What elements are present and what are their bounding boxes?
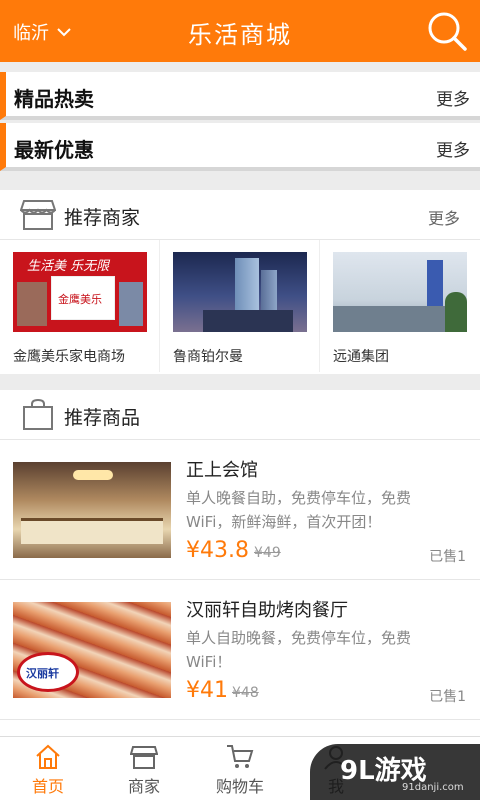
shop-icon — [130, 746, 158, 769]
merchant-image-yuantong — [333, 252, 467, 332]
ceiling-light — [73, 470, 113, 480]
merchant-card[interactable]: 生活美 乐无限 金鹰美乐 金鹰美乐家电商场 — [0, 240, 160, 372]
top-bar: 临沂 乐活商城 — [0, 0, 480, 62]
recommended-products: 推荐商品 正上会馆 单人晚餐自助，免费停车位，免费WiFi，新鲜海鲜，首次开团！… — [0, 390, 480, 736]
merchant-image-jinying: 生活美 乐无限 金鹰美乐 — [13, 252, 147, 332]
tree — [445, 292, 467, 332]
site-watermark: 9L游戏 91danji.com — [310, 744, 480, 800]
product-sold-count: 已售1 — [429, 549, 466, 565]
tab-merchants[interactable]: 商家 — [96, 737, 192, 800]
latest-deals-label: 最新优惠 — [14, 138, 94, 162]
product-image-bbq: 汉丽轩 — [13, 602, 171, 698]
counter-shape — [21, 518, 163, 544]
merchants-title: 推荐商家 — [64, 207, 141, 229]
tab-cart-label: 购物车 — [215, 777, 264, 796]
product-item[interactable]: 汉丽轩 汉丽轩自助烤肉餐厅 单人自助晚餐，免费停车位，免费WiFi！ ¥41 ¥… — [0, 580, 480, 720]
merchant-card[interactable]: 鲁商铂尔曼 — [160, 240, 320, 372]
search-icon[interactable] — [426, 10, 468, 52]
latest-deals-more-link[interactable]: 更多 — [436, 136, 470, 161]
hot-products-label: 精品热卖 — [14, 87, 94, 111]
hot-products-more-link[interactable]: 更多 — [436, 85, 470, 110]
home-icon — [36, 744, 60, 769]
watermark-url: 91danji.com — [402, 782, 464, 793]
hot-products-bar[interactable]: 精品热卖 更多 — [0, 72, 480, 120]
tab-merchants-label: 商家 — [127, 777, 160, 796]
product-price: ¥43.8 — [186, 538, 249, 563]
product-name: 汉丽轩自助烤肉餐厅 — [186, 600, 348, 621]
merchant-photo-strip — [17, 282, 47, 326]
merchant-logo-text: 金鹰美乐 — [58, 293, 102, 306]
merchant-card[interactable]: 远通集团 — [320, 240, 480, 372]
merchant-banner-text: 生活美 乐无限 — [27, 259, 110, 274]
product-description: 单人自助晚餐，免费停车位，免费WiFi！ — [186, 629, 412, 671]
building-base — [203, 310, 293, 332]
restaurant-logo: 汉丽轩 — [17, 652, 79, 692]
product-original-price: ¥49 — [254, 545, 281, 561]
shopping-bag-icon — [23, 399, 53, 430]
merchants-more-link[interactable]: 更多 — [428, 205, 460, 229]
product-price: ¥41 — [186, 678, 228, 703]
products-header: 推荐商品 — [0, 390, 480, 440]
product-item[interactable]: 正上会馆 单人晚餐自助，免费停车位，免费WiFi，新鲜海鲜，首次开团！ ¥43.… — [0, 440, 480, 580]
merchant-name: 鲁商铂尔曼 — [173, 349, 243, 365]
merchant-name: 金鹰美乐家电商场 — [13, 349, 125, 365]
tab-cart[interactable]: 购物车 — [192, 737, 288, 800]
merchants-header: 推荐商家 更多 — [0, 190, 480, 240]
product-image-restaurant — [13, 462, 171, 558]
app-title: 乐活商城 — [188, 21, 292, 49]
recommended-merchants: 推荐商家 更多 生活美 乐无限 金鹰美乐 金鹰美乐家电商场 鲁商铂尔曼 远通集团 — [0, 190, 480, 374]
merchant-photo-strip — [119, 282, 143, 326]
merchant-image-lushang — [173, 252, 307, 332]
tab-home[interactable]: 首页 — [0, 737, 96, 800]
merchant-logo-panel: 金鹰美乐 — [51, 276, 115, 320]
restaurant-logo-text: 汉丽轩 — [26, 667, 59, 680]
products-title: 推荐商品 — [64, 407, 141, 429]
store-icon — [20, 200, 56, 230]
product-name: 正上会馆 — [186, 460, 258, 481]
tab-home-label: 首页 — [31, 777, 64, 796]
merchant-name: 远通集团 — [333, 349, 389, 365]
latest-deals-bar[interactable]: 最新优惠 更多 — [0, 123, 480, 171]
product-original-price: ¥48 — [232, 685, 259, 701]
cart-icon — [227, 745, 254, 768]
product-sold-count: 已售1 — [429, 689, 466, 705]
product-description: 单人晚餐自助，免费停车位，免费WiFi，新鲜海鲜，首次开团！ — [186, 489, 412, 531]
